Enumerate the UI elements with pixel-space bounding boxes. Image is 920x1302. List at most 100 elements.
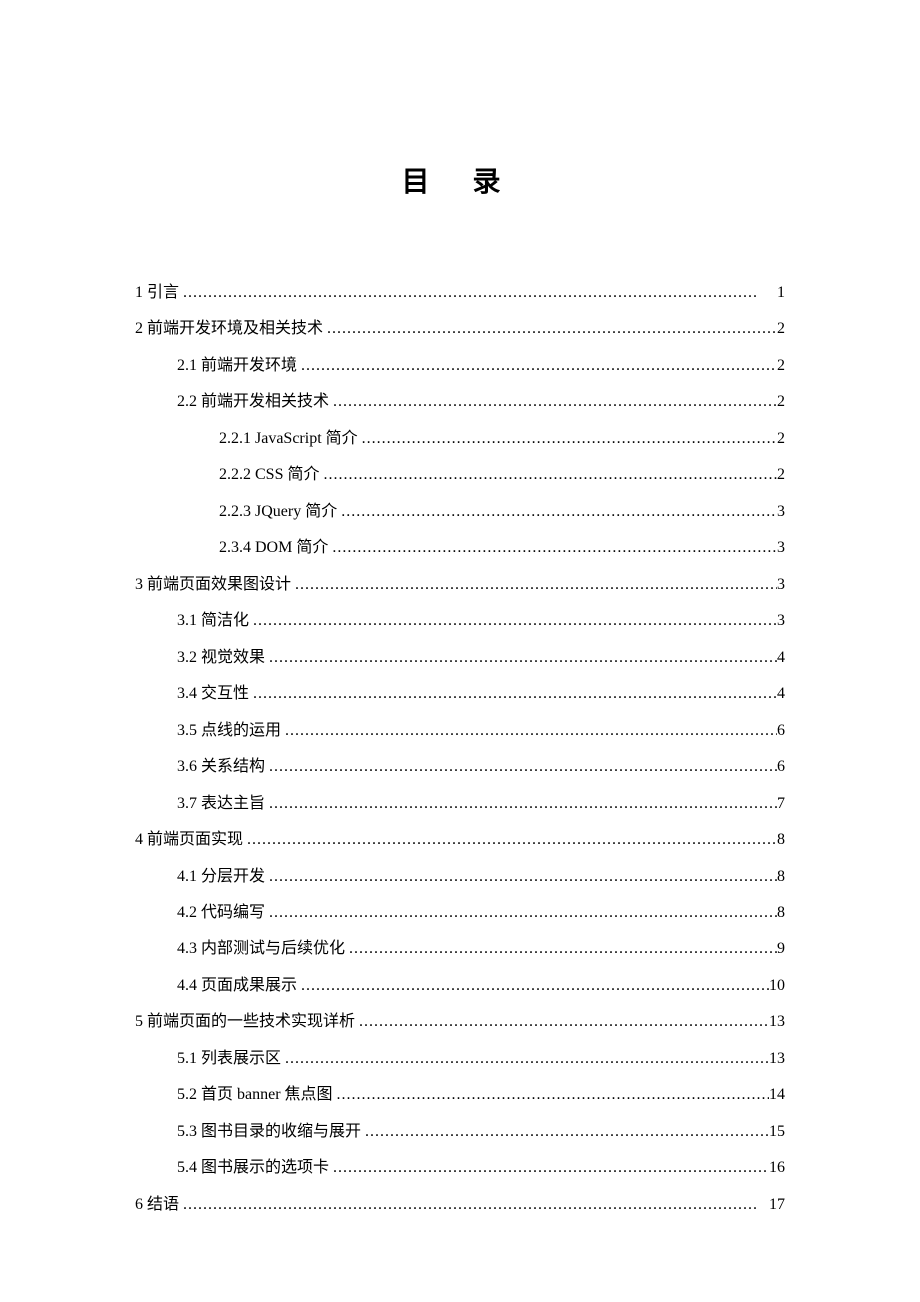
toc-entry-number: 6 bbox=[135, 1196, 143, 1213]
toc-entry-number: 3.5 bbox=[177, 722, 197, 739]
toc-dots bbox=[329, 1150, 769, 1186]
toc-entry-text: 图书目录的收缩与展开 bbox=[201, 1123, 361, 1140]
toc-entry-page: 2 bbox=[777, 457, 785, 493]
toc-entry-number: 5.1 bbox=[177, 1050, 197, 1067]
toc-entry-text: 前端页面的一些技术实现详析 bbox=[147, 1013, 355, 1030]
toc-entry-page: 3 bbox=[777, 567, 785, 603]
toc-entry-text: 分层开发 bbox=[201, 868, 265, 885]
toc-entry-label: 5.3 图书目录的收缩与展开 bbox=[177, 1114, 361, 1150]
toc-dots bbox=[355, 1004, 769, 1040]
toc-entry-text: 结语 bbox=[147, 1196, 179, 1213]
toc-entry-label: 4.3 内部测试与后续优化 bbox=[177, 931, 345, 967]
toc-entry-number: 2.3.4 bbox=[219, 539, 251, 556]
toc-entry: 3.1 简洁化 3 bbox=[135, 603, 785, 639]
toc-entry-text: JQuery 简介 bbox=[255, 503, 337, 520]
toc-entry-number: 4.3 bbox=[177, 940, 197, 957]
toc-dots bbox=[328, 530, 777, 566]
toc-entry-page: 7 bbox=[777, 786, 785, 822]
toc-dots bbox=[333, 1077, 769, 1113]
toc-entry-page: 9 bbox=[777, 931, 785, 967]
toc-entry-label: 5.4 图书展示的选项卡 bbox=[177, 1150, 329, 1186]
toc-title: 目 录 bbox=[135, 160, 785, 200]
toc-entry: 3.4 交互性4 bbox=[135, 676, 785, 712]
toc-entry-text: 图书展示的选项卡 bbox=[201, 1159, 329, 1176]
toc-entry: 6 结语 17 bbox=[135, 1187, 785, 1223]
toc-entry-number: 5.3 bbox=[177, 1123, 197, 1140]
toc-dots bbox=[291, 567, 777, 603]
toc-entry-page: 17 bbox=[769, 1187, 785, 1223]
toc-dots bbox=[337, 494, 777, 530]
toc-dots bbox=[329, 384, 777, 420]
toc-entry-page: 4 bbox=[777, 676, 785, 712]
toc-entry-text: 前端页面效果图设计 bbox=[147, 576, 291, 593]
toc-entry-label: 6 结语 bbox=[135, 1187, 179, 1223]
toc-entry-label: 4 前端页面实现 bbox=[135, 822, 243, 858]
toc-entry-number: 4.1 bbox=[177, 868, 197, 885]
toc-entry: 2.2.3 JQuery 简介 3 bbox=[135, 494, 785, 530]
toc-entry-label: 2.2.2 CSS 简介 bbox=[219, 457, 319, 493]
toc-entry-text: 表达主旨 bbox=[201, 795, 265, 812]
toc-entry-number: 3.7 bbox=[177, 795, 197, 812]
toc-entry: 3.6 关系结构6 bbox=[135, 749, 785, 785]
toc-entry: 4.3 内部测试与后续优化 9 bbox=[135, 931, 785, 967]
toc-entry-number: 2.1 bbox=[177, 357, 197, 374]
toc-entry-text: 前端页面实现 bbox=[147, 831, 243, 848]
toc-container: 1 引言12 前端开发环境及相关技术22.1 前端开发环境22.2 前端开发相关… bbox=[135, 275, 785, 1223]
toc-entry-label: 2.2 前端开发相关技术 bbox=[177, 384, 329, 420]
toc-dots bbox=[345, 931, 777, 967]
toc-entry-label: 2.2.1 JavaScript 简介 bbox=[219, 421, 358, 457]
toc-entry-label: 3.7 表达主旨 bbox=[177, 786, 265, 822]
toc-entry-label: 3.6 关系结构 bbox=[177, 749, 265, 785]
toc-entry-label: 3.5 点线的运用 bbox=[177, 713, 281, 749]
toc-entry: 3.5 点线的运用 6 bbox=[135, 713, 785, 749]
toc-entry-page: 15 bbox=[769, 1114, 785, 1150]
toc-dots bbox=[297, 348, 777, 384]
toc-entry-label: 3 前端页面效果图设计 bbox=[135, 567, 291, 603]
toc-entry-label: 5 前端页面的一些技术实现详析 bbox=[135, 1004, 355, 1040]
toc-dots bbox=[281, 713, 777, 749]
toc-entry: 4 前端页面实现 8 bbox=[135, 822, 785, 858]
toc-entry-page: 10 bbox=[769, 968, 785, 1004]
toc-entry-label: 3.1 简洁化 bbox=[177, 603, 249, 639]
toc-dots bbox=[249, 676, 777, 712]
toc-entry-page: 2 bbox=[777, 311, 785, 347]
toc-entry-number: 2 bbox=[135, 320, 143, 337]
toc-entry: 4.1 分层开发8 bbox=[135, 859, 785, 895]
toc-entry-text: DOM 简介 bbox=[255, 539, 328, 556]
toc-entry-page: 3 bbox=[777, 603, 785, 639]
toc-entry-text: 点线的运用 bbox=[201, 722, 281, 739]
toc-entry-text: 页面成果展示 bbox=[201, 977, 297, 994]
toc-entry-page: 14 bbox=[769, 1077, 785, 1113]
toc-dots bbox=[361, 1114, 769, 1150]
toc-dots bbox=[319, 457, 777, 493]
toc-entry-page: 2 bbox=[777, 348, 785, 384]
toc-entry: 4.4 页面成果展示 10 bbox=[135, 968, 785, 1004]
toc-entry-page: 3 bbox=[777, 530, 785, 566]
toc-entry: 3.2 视觉效果4 bbox=[135, 640, 785, 676]
toc-entry-page: 13 bbox=[769, 1041, 785, 1077]
toc-entry-label: 4.2 代码编写 bbox=[177, 895, 265, 931]
toc-dots bbox=[281, 1041, 769, 1077]
toc-entry-label: 2 前端开发环境及相关技术 bbox=[135, 311, 323, 347]
toc-entry-text: 列表展示区 bbox=[201, 1050, 281, 1067]
toc-entry: 2.2.1 JavaScript 简介 2 bbox=[135, 421, 785, 457]
toc-entry-page: 6 bbox=[777, 713, 785, 749]
toc-dots bbox=[179, 275, 777, 311]
toc-entry-label: 4.4 页面成果展示 bbox=[177, 968, 297, 1004]
toc-entry-number: 4 bbox=[135, 831, 143, 848]
toc-entry-page: 13 bbox=[769, 1004, 785, 1040]
toc-entry-number: 2.2.3 bbox=[219, 503, 251, 520]
toc-entry-text: 交互性 bbox=[201, 685, 249, 702]
toc-entry-page: 1 bbox=[777, 275, 785, 311]
toc-entry-page: 8 bbox=[777, 822, 785, 858]
toc-entry-text: 视觉效果 bbox=[201, 649, 265, 666]
toc-dots bbox=[243, 822, 777, 858]
toc-entry: 3.7 表达主旨 7 bbox=[135, 786, 785, 822]
toc-entry-number: 3 bbox=[135, 576, 143, 593]
toc-dots bbox=[297, 968, 769, 1004]
toc-entry-page: 2 bbox=[777, 384, 785, 420]
toc-entry: 5.3 图书目录的收缩与展开 15 bbox=[135, 1114, 785, 1150]
toc-entry-number: 2.2.2 bbox=[219, 466, 251, 483]
toc-entry: 2.1 前端开发环境2 bbox=[135, 348, 785, 384]
toc-entry-text: 关系结构 bbox=[201, 758, 265, 775]
